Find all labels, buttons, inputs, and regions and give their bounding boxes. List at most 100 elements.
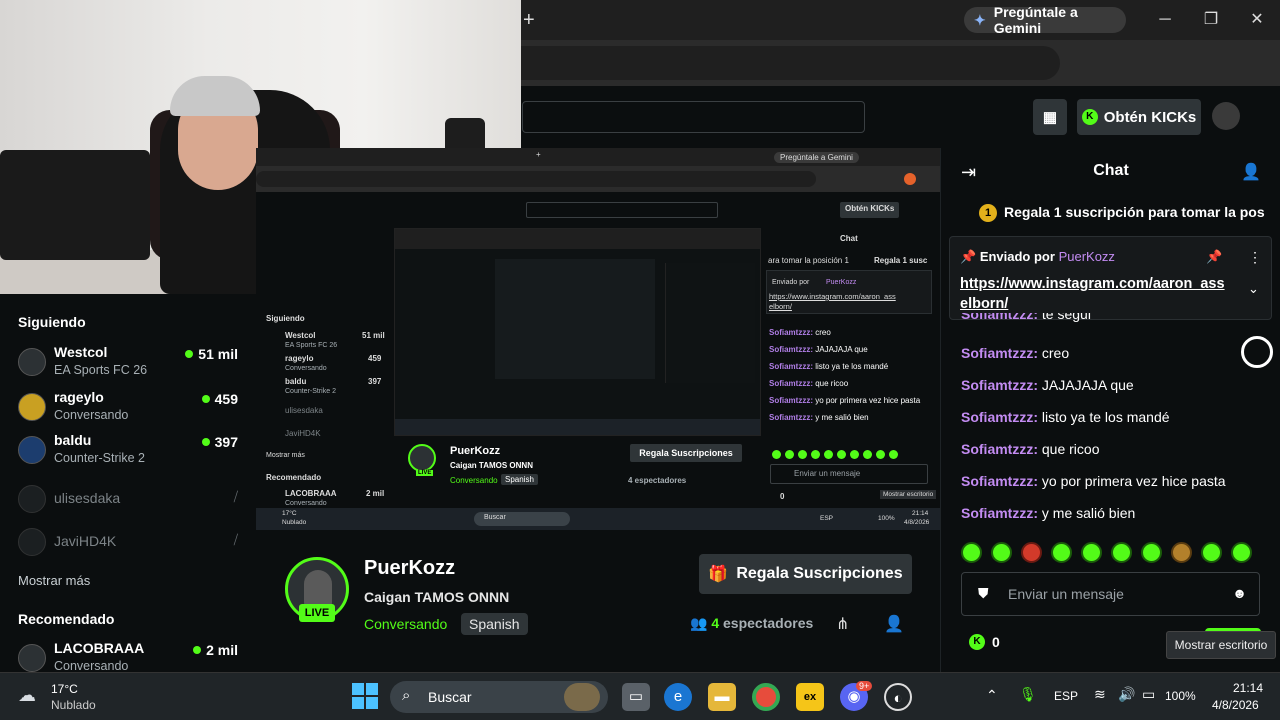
live-dot-icon <box>185 350 194 358</box>
channel-category: Conversando <box>54 659 129 672</box>
chat-message: Sofiamtzzz: que ricoo <box>961 441 1100 457</box>
viewer-count: 2 mil <box>193 642 238 658</box>
nested-sidebar: Siguiendo Westcol EA Sports FC 26 51 mil… <box>266 314 385 507</box>
emote-icon[interactable] <box>1231 542 1252 563</box>
stream-video-player[interactable]: Pregúntale a Gemini + Obtén KICKs Siguie… <box>256 148 940 530</box>
follow-user-icon[interactable]: 👤 <box>884 614 904 634</box>
gemini-icon: ✦ <box>974 11 986 28</box>
recommended-item-lacobraaa[interactable]: LACOBRAAA Conversando 2 mil <box>18 640 242 672</box>
gift-subs-button[interactable]: 🎁 Regala Suscripciones <box>699 554 912 594</box>
nested-chat: Chat ara tomar la posición 1 Regala 1 su… <box>764 228 940 518</box>
start-button[interactable] <box>352 683 378 709</box>
kicks-balance[interactable]: 0 <box>992 634 1000 650</box>
emote-icon[interactable] <box>991 542 1012 563</box>
restore-icon[interactable]: ❐ <box>1199 8 1223 32</box>
emote-icon[interactable] <box>961 542 982 563</box>
channel-name: ulisesdaka <box>54 490 121 506</box>
language-tag[interactable]: Spanish <box>461 613 528 635</box>
edge-icon[interactable]: e <box>664 683 692 711</box>
chat-input[interactable]: ⛊ Enviar un mensaje ☻ <box>961 572 1260 616</box>
chat-users-icon[interactable]: 👤 <box>1241 162 1261 182</box>
taskbar-search[interactable]: ⌕ Buscar <box>390 681 608 713</box>
gift-icon: 🎁 <box>708 566 729 583</box>
viewer-count: 397 <box>201 434 238 450</box>
file-explorer-icon[interactable]: ▬ <box>708 683 736 711</box>
clock-date[interactable]: 4/8/2026 <box>1212 698 1259 712</box>
following-title: Siguiendo <box>18 314 86 330</box>
channel-name: JaviHD4K <box>54 533 117 549</box>
following-item-javihd4k[interactable]: JaviHD4K ⧸ <box>18 524 242 564</box>
search-icon: ⌕ <box>402 687 411 704</box>
recommended-title: Recomendado <box>18 611 115 627</box>
weather-temp[interactable]: 17°C <box>51 682 78 696</box>
gift-leaderboard-text[interactable]: Regala 1 suscripción para tomar la pos <box>1004 204 1265 220</box>
following-item-westcol[interactable]: Westcol EA Sports FC 26 51 mil <box>18 344 242 384</box>
emoji-icon[interactable]: ☻ <box>1232 585 1247 601</box>
weather-desc[interactable]: Nublado <box>51 698 96 712</box>
streamer-name[interactable]: PuerKozz <box>364 557 455 580</box>
clock-time[interactable]: 21:14 <box>1233 681 1263 695</box>
dashboard-icon[interactable]: ▦ <box>1033 99 1067 135</box>
settings-icon[interactable] <box>1241 336 1273 368</box>
emote-icon[interactable] <box>1141 542 1162 563</box>
following-item-rageylo[interactable]: rageylo Conversando 459 <box>18 389 242 429</box>
exness-icon[interactable]: ex <box>796 683 824 711</box>
close-icon[interactable]: ✕ <box>1245 8 1269 32</box>
gemini-button[interactable]: ✦ Pregúntale a Gemini <box>964 4 1126 36</box>
live-badge: LIVE <box>299 604 335 622</box>
channel-name: baldu <box>54 432 92 448</box>
microphone-icon[interactable]: 🎙 <box>1019 686 1037 703</box>
wifi-icon[interactable]: ≋ <box>1094 686 1106 703</box>
chevron-up-icon[interactable]: ⌃ <box>986 687 998 704</box>
emote-icon[interactable] <box>1111 542 1132 563</box>
volume-icon[interactable]: 🔊 <box>1118 686 1135 703</box>
battery-icon[interactable]: ▭ <box>1142 686 1155 703</box>
language-indicator[interactable]: ESP <box>1054 689 1078 703</box>
get-kicks-label: Obtén KICKs <box>1103 108 1197 126</box>
nested-get-kicks: Obtén KICKs <box>840 202 900 218</box>
user-avatar[interactable] <box>1212 102 1240 130</box>
chat-message: Sofiamtzzz: listo ya te los mandé <box>961 409 1170 425</box>
unpin-icon[interactable]: 📌 <box>1206 249 1222 265</box>
following-item-ulisesdaka[interactable]: ulisesdaka ⧸ <box>18 481 242 521</box>
emote-bar <box>961 542 1252 563</box>
get-kicks-button[interactable]: K Obtén KICKs <box>1077 99 1201 135</box>
gift-rank-icon: 1 <box>979 204 997 222</box>
nested-taskbar: 17°C Nublado Buscar ESP 100% 21:14 4/8/2… <box>256 508 940 530</box>
task-view-icon[interactable]: ▭ <box>622 683 650 711</box>
nested-video <box>394 228 761 436</box>
search-input[interactable] <box>522 101 865 133</box>
chevron-down-icon[interactable]: ⌄ <box>1248 281 1259 297</box>
emote-icon[interactable] <box>1201 542 1222 563</box>
chat-title: Chat <box>1093 162 1129 179</box>
avatar <box>18 644 46 672</box>
live-dot-icon <box>193 646 202 654</box>
channel-category: Counter-Strike 2 <box>54 451 146 465</box>
cloud-icon: ☁ <box>18 685 36 705</box>
avatar <box>18 348 46 376</box>
nested-message-list: Sofiamtzzz: creo Sofiamtzzz: JAJAJAJA qu… <box>769 328 921 422</box>
offline-icon: ⧸ <box>233 532 238 547</box>
following-item-baldu[interactable]: baldu Counter-Strike 2 397 <box>18 432 242 472</box>
emote-icon[interactable] <box>1081 542 1102 563</box>
stream-category[interactable]: Conversando <box>364 616 447 632</box>
kick-coin-icon: K <box>1081 109 1098 125</box>
stream-title: Caigan TAMOS ONNN <box>364 589 510 605</box>
pinned-menu-icon[interactable]: ⋮ <box>1248 249 1262 266</box>
minimize-icon[interactable]: ─ <box>1153 8 1177 32</box>
viewer-count: 51 mil <box>185 346 238 362</box>
new-tab-button[interactable]: + <box>523 9 535 32</box>
users-icon: 👥 <box>690 615 708 631</box>
emote-icon[interactable] <box>1021 542 1042 563</box>
obs-icon[interactable]: ◐ <box>884 683 912 711</box>
channel-name: Westcol <box>54 344 108 360</box>
show-more-link[interactable]: Mostrar más <box>18 573 90 588</box>
discord-badge: 9+ <box>856 681 873 691</box>
share-icon[interactable]: ⋔ <box>836 614 849 634</box>
avatar <box>18 436 46 464</box>
pinned-link[interactable]: https://www.instagram.com/aaron_ass elbor… <box>960 274 1225 314</box>
chrome-icon[interactable] <box>752 683 780 711</box>
emote-icon[interactable] <box>1051 542 1072 563</box>
channel-name: rageylo <box>54 389 104 405</box>
emote-icon[interactable] <box>1171 542 1192 563</box>
